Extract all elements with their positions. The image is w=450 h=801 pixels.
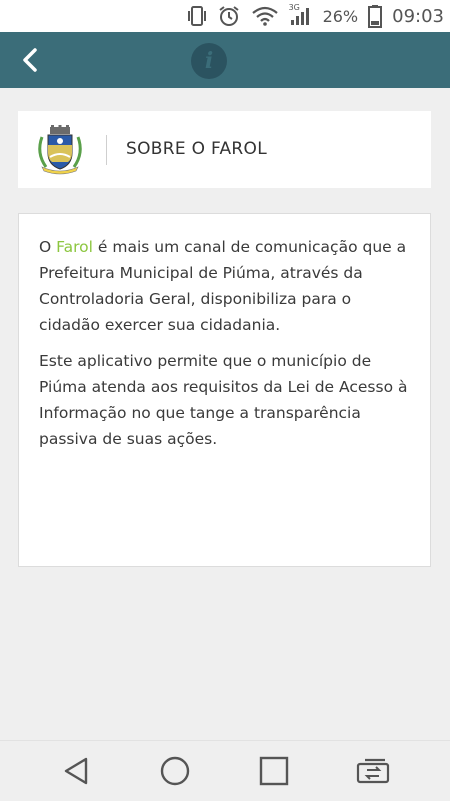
status-icons: 3G 26% 09:03 [187, 0, 444, 32]
farol-highlight: Farol [56, 238, 93, 256]
paragraph-intro: O Farol é mais um canal de comunicação q… [39, 234, 410, 338]
clock: 09:03 [392, 5, 444, 27]
intro-rest: é mais um canal de comunicação que a Pre… [39, 238, 407, 334]
recents-square-icon[interactable] [256, 753, 292, 789]
vibrate-icon [187, 5, 207, 27]
system-nav-bar [0, 740, 450, 801]
paragraph-description: Este aplicativo permite que o município … [39, 352, 408, 448]
info-icon: i [204, 48, 214, 74]
wifi-icon [251, 5, 279, 27]
intro-prefix: O [39, 238, 57, 256]
back-button[interactable] [12, 42, 48, 78]
back-chevron-icon [23, 48, 37, 72]
signal-icon: 3G [288, 3, 313, 27]
about-content-card: O Farol é mais um canal de comunicação q… [18, 213, 431, 567]
battery-percent: 26% [322, 6, 359, 26]
page-title: SOBRE O FAROL [126, 139, 267, 159]
municipal-crest-logo [38, 125, 82, 175]
back-triangle-icon[interactable] [58, 753, 94, 789]
switch-screen-icon[interactable] [355, 753, 391, 789]
home-circle-icon[interactable] [157, 753, 193, 789]
header-divider [106, 135, 107, 165]
alarm-icon [217, 4, 241, 28]
info-button[interactable]: i [191, 43, 227, 79]
app-bar: i [0, 32, 450, 88]
network-type-label: 3G [288, 3, 300, 12]
status-bar: 3G 26% 09:03 [0, 0, 450, 32]
battery-icon [368, 4, 383, 28]
page-header-card: SOBRE O FAROL [18, 111, 431, 188]
